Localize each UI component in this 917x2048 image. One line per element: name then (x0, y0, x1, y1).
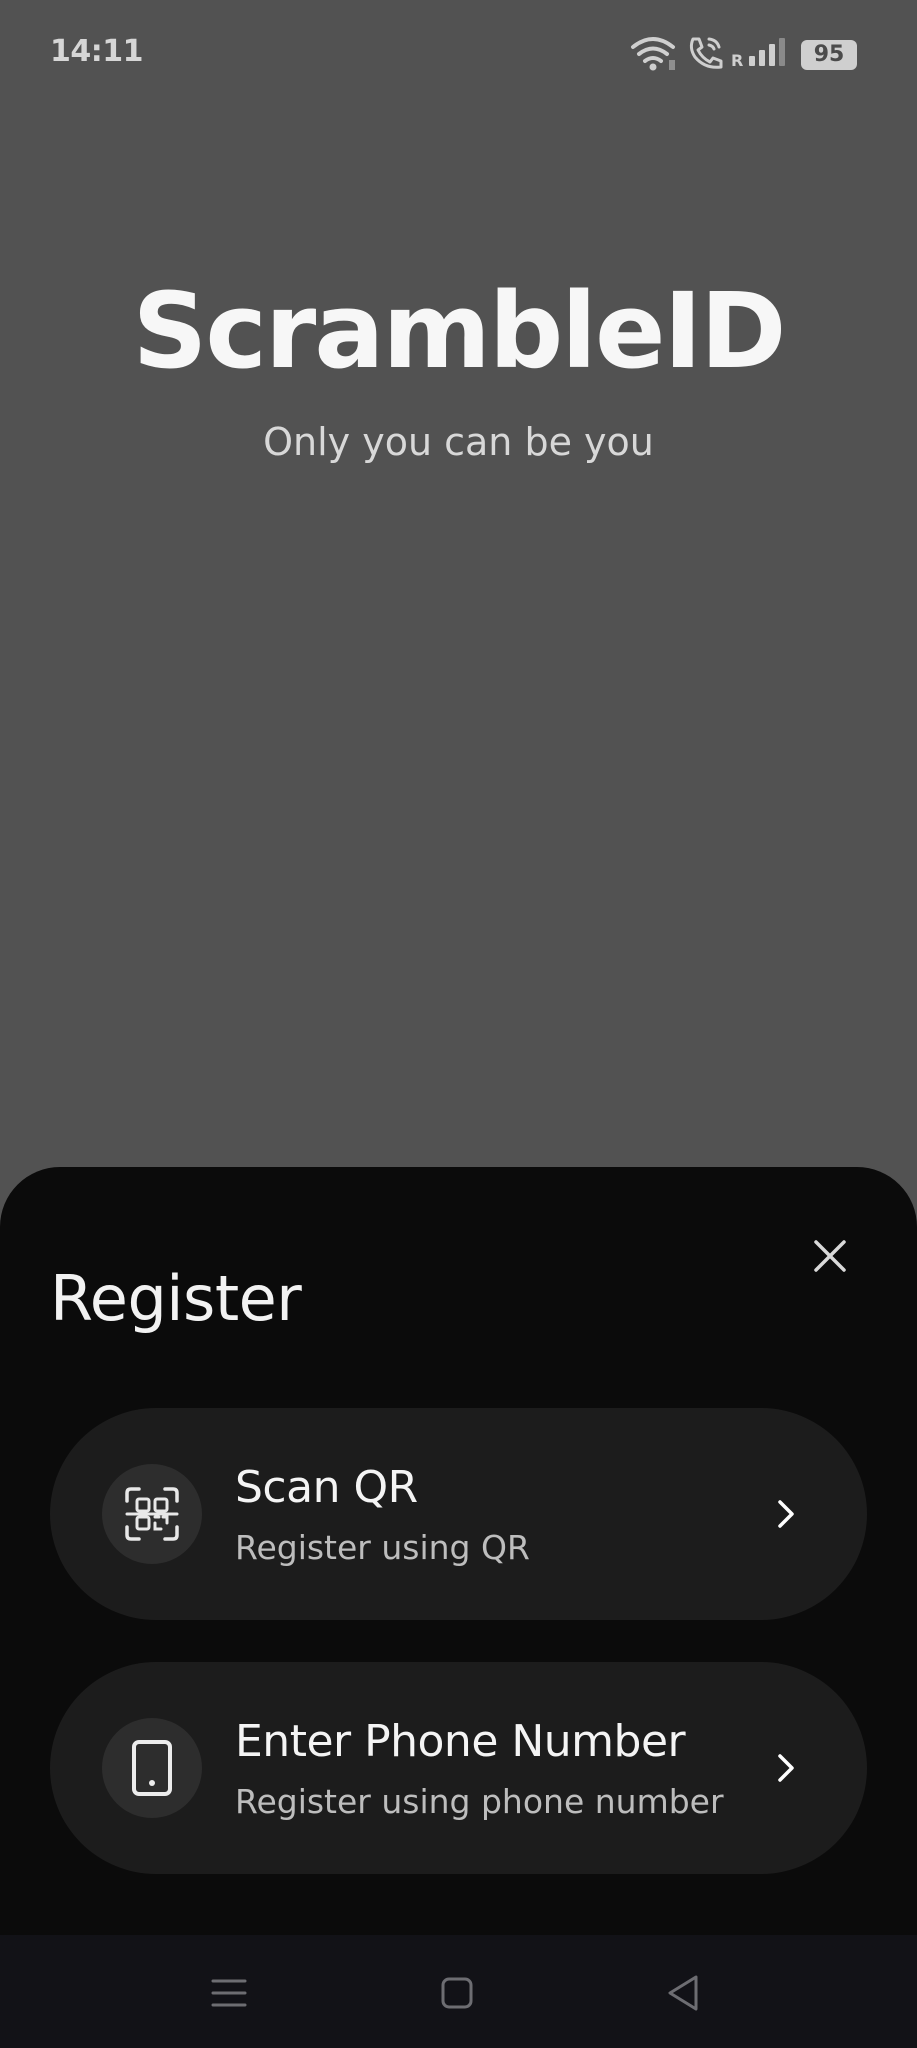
home-icon[interactable] (433, 1969, 481, 2017)
recents-menu-icon[interactable] (205, 1969, 253, 2017)
screen: 14:11 R 95 ScrambleID Only you can be yo… (0, 0, 917, 2048)
option-title: Enter Phone Number (235, 1716, 686, 1767)
close-button[interactable] (806, 1232, 854, 1280)
status-time: 14:11 (50, 34, 144, 69)
chevron-right-icon (778, 1500, 794, 1528)
phone-icon-container (102, 1718, 202, 1818)
signal-icon (749, 38, 785, 66)
roaming-label: R (731, 51, 744, 70)
status-icons: R 95 (629, 34, 857, 74)
battery-icon: 95 (801, 40, 857, 70)
option-subtitle: Register using phone number (235, 1782, 724, 1821)
call-icon (689, 37, 723, 69)
app-tagline: Only you can be you (263, 420, 654, 464)
app-title: ScrambleID (132, 270, 786, 392)
qr-scan-icon (125, 1487, 179, 1541)
scan-qr-option[interactable]: Scan QR Register using QR (50, 1408, 867, 1620)
phone-icon (132, 1740, 172, 1796)
option-subtitle: Register using QR (235, 1528, 530, 1567)
status-bar: 14:11 R 95 (0, 0, 917, 104)
chevron-right-icon (778, 1754, 794, 1782)
back-icon[interactable] (660, 1969, 708, 2017)
navigation-bar (0, 1935, 917, 2048)
qr-icon-container (102, 1464, 202, 1564)
sheet-title: Register (50, 1262, 302, 1335)
close-icon (814, 1240, 846, 1272)
option-title: Scan QR (235, 1462, 418, 1513)
wifi-icon (631, 37, 675, 71)
enter-phone-option[interactable]: Enter Phone Number Register using phone … (50, 1662, 867, 1874)
